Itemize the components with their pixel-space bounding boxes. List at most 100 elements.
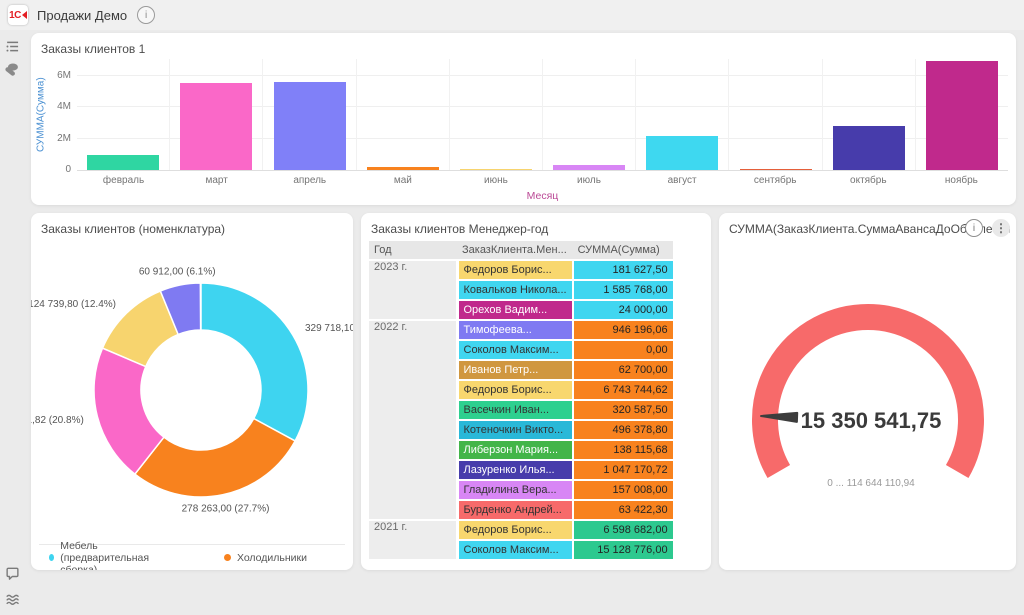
donut-slice[interactable] — [201, 283, 308, 441]
x-tick-label: апрель — [263, 175, 356, 186]
legend-dot — [224, 554, 231, 561]
sum-cell[interactable]: 15 128 776,00 — [573, 540, 673, 560]
sum-cell[interactable]: 0,00 — [573, 340, 673, 360]
panel-bar-chart: Заказы клиентов 1 СУММА(Сумма) 02M4M6M ф… — [31, 33, 1016, 205]
gauge-info-button[interactable]: i — [965, 219, 983, 237]
manager-cell[interactable]: Тимофеева... — [457, 320, 573, 340]
panel-gauge: СУММА(ЗаказКлиента.СуммаАвансаДоОбеспече… — [719, 213, 1016, 570]
sum-cell[interactable]: 63 422,30 — [573, 500, 673, 520]
table-row: 2022 г.Тимофеева...946 196,06 — [369, 320, 673, 340]
bar[interactable] — [646, 136, 718, 170]
left-sidebar — [0, 30, 24, 615]
x-tick-label: октябрь — [822, 175, 915, 186]
table-row: 2023 г.Федоров Борис...181 627,50 — [369, 260, 673, 280]
bar-column — [77, 59, 169, 170]
manager-cell[interactable]: Котеночкин Викто... — [457, 420, 573, 440]
manager-cell[interactable]: Гладилина Вера... — [457, 480, 573, 500]
bar[interactable] — [180, 83, 252, 170]
1c-logo: 1С — [8, 5, 28, 25]
col-header-sum[interactable]: СУММА(Сумма) — [573, 241, 673, 260]
sum-cell[interactable]: 946 196,06 — [573, 320, 673, 340]
manager-cell[interactable]: Иванов Петр... — [457, 360, 573, 380]
manager-cell[interactable]: Васечкин Иван... — [457, 400, 573, 420]
comment-icon — [5, 566, 20, 581]
bar-column — [635, 59, 728, 170]
year-cell[interactable]: 2021 г. — [369, 520, 457, 560]
bar-column — [822, 59, 915, 170]
panel-title: Заказы клиентов 1 — [41, 42, 145, 56]
legend-item[interactable]: Холодильники — [224, 552, 307, 564]
bar-column — [449, 59, 542, 170]
sum-cell[interactable]: 496 378,80 — [573, 420, 673, 440]
layers-button[interactable] — [2, 589, 22, 609]
sum-cell[interactable]: 24 000,00 — [573, 300, 673, 320]
donut-slice[interactable] — [135, 419, 295, 497]
y-tick-label: 6M — [57, 70, 71, 81]
y-tick-label: 4M — [57, 101, 71, 112]
sum-cell[interactable]: 6 598 682,00 — [573, 520, 673, 540]
manager-cell[interactable]: Федоров Борис... — [457, 520, 573, 540]
bar[interactable] — [553, 165, 625, 170]
donut-chart: 329 718,10 (32.9%)278 263,00 (27.7%)11,8… — [31, 241, 353, 541]
x-tick-label: июль — [542, 175, 635, 186]
gauge-arc — [765, 317, 971, 472]
x-tick-label: август — [636, 175, 729, 186]
bar[interactable] — [926, 61, 998, 170]
year-cell[interactable]: 2022 г. — [369, 320, 457, 520]
x-axis-title: Месяц — [77, 190, 1008, 202]
dashboard-info-button[interactable]: i — [137, 6, 155, 24]
sum-cell[interactable]: 157 008,00 — [573, 480, 673, 500]
sum-cell[interactable]: 181 627,50 — [573, 260, 673, 280]
logo-text: 1С — [9, 10, 21, 21]
sum-cell[interactable]: 138 115,68 — [573, 440, 673, 460]
bar-column — [356, 59, 449, 170]
manager-cell[interactable]: Лазуренко Илья... — [457, 460, 573, 480]
sum-cell[interactable]: 1 047 170,72 — [573, 460, 673, 480]
gauge-chart: 15 350 541,750 ... 114 644 110,94 — [719, 243, 1016, 553]
manager-cell[interactable]: Бурденко Андрей... — [457, 500, 573, 520]
panel-manager-table: Заказы клиентов Менеджер-год Год ЗаказКл… — [361, 213, 711, 570]
year-cell[interactable]: 2023 г. — [369, 260, 457, 320]
manager-cell[interactable]: Ковальков Никола... — [457, 280, 573, 300]
manager-cell[interactable]: Орехов Вадим... — [457, 300, 573, 320]
bar-column — [169, 59, 262, 170]
manager-cell[interactable]: Соколов Максим... — [457, 540, 573, 560]
bar[interactable] — [740, 169, 812, 170]
col-header-year[interactable]: Год — [369, 241, 457, 260]
x-axis-labels: февральмартапрельмайиюньиюльавгустсентяб… — [77, 175, 1008, 186]
bar[interactable] — [367, 167, 439, 170]
bar[interactable] — [274, 82, 346, 170]
x-tick-label: ноябрь — [915, 175, 1008, 186]
report-list-button[interactable] — [2, 36, 22, 56]
bar-plot-area — [77, 59, 1008, 171]
y-tick-label: 0 — [65, 164, 71, 175]
bar[interactable] — [87, 155, 159, 170]
manager-cell[interactable]: Федоров Борис... — [457, 260, 573, 280]
sum-cell[interactable]: 62 700,00 — [573, 360, 673, 380]
bar[interactable] — [833, 126, 905, 170]
bar[interactable] — [460, 169, 532, 170]
gauge-menu-button[interactable]: ⋮ — [992, 219, 1010, 237]
bar-column — [915, 59, 1008, 170]
pointer-gesture-icon — [4, 62, 20, 78]
manager-cell[interactable]: Соколов Максим... — [457, 340, 573, 360]
sum-cell[interactable]: 6 743 744,62 — [573, 380, 673, 400]
x-tick-label: февраль — [77, 175, 170, 186]
legend-item[interactable]: Мебель (предварительная сборка) — [49, 540, 186, 571]
bar-series — [77, 59, 1008, 170]
sum-cell[interactable]: 320 587,50 — [573, 400, 673, 420]
manager-cell[interactable]: Федоров Борис... — [457, 380, 573, 400]
donut-legend: Мебель (предварительная сборка)Холодильн… — [39, 544, 345, 570]
x-tick-label: сентябрь — [729, 175, 822, 186]
waves-icon — [5, 592, 20, 607]
y-axis-ticks: 02M4M6M — [31, 59, 73, 170]
slice-value-label: 60 912,00 (6.1%) — [139, 266, 216, 277]
legend-label: Холодильники — [237, 552, 307, 564]
manager-cell[interactable]: Либерзон Мария... — [457, 440, 573, 460]
comments-button[interactable] — [2, 563, 22, 583]
col-header-manager[interactable]: ЗаказКлиента.Мен... — [457, 241, 573, 260]
table-row: 2021 г.Федоров Борис...6 598 682,00 — [369, 520, 673, 540]
sum-cell[interactable]: 1 585 768,00 — [573, 280, 673, 300]
x-tick-label: июнь — [449, 175, 542, 186]
gesture-tool-button[interactable] — [2, 60, 22, 80]
